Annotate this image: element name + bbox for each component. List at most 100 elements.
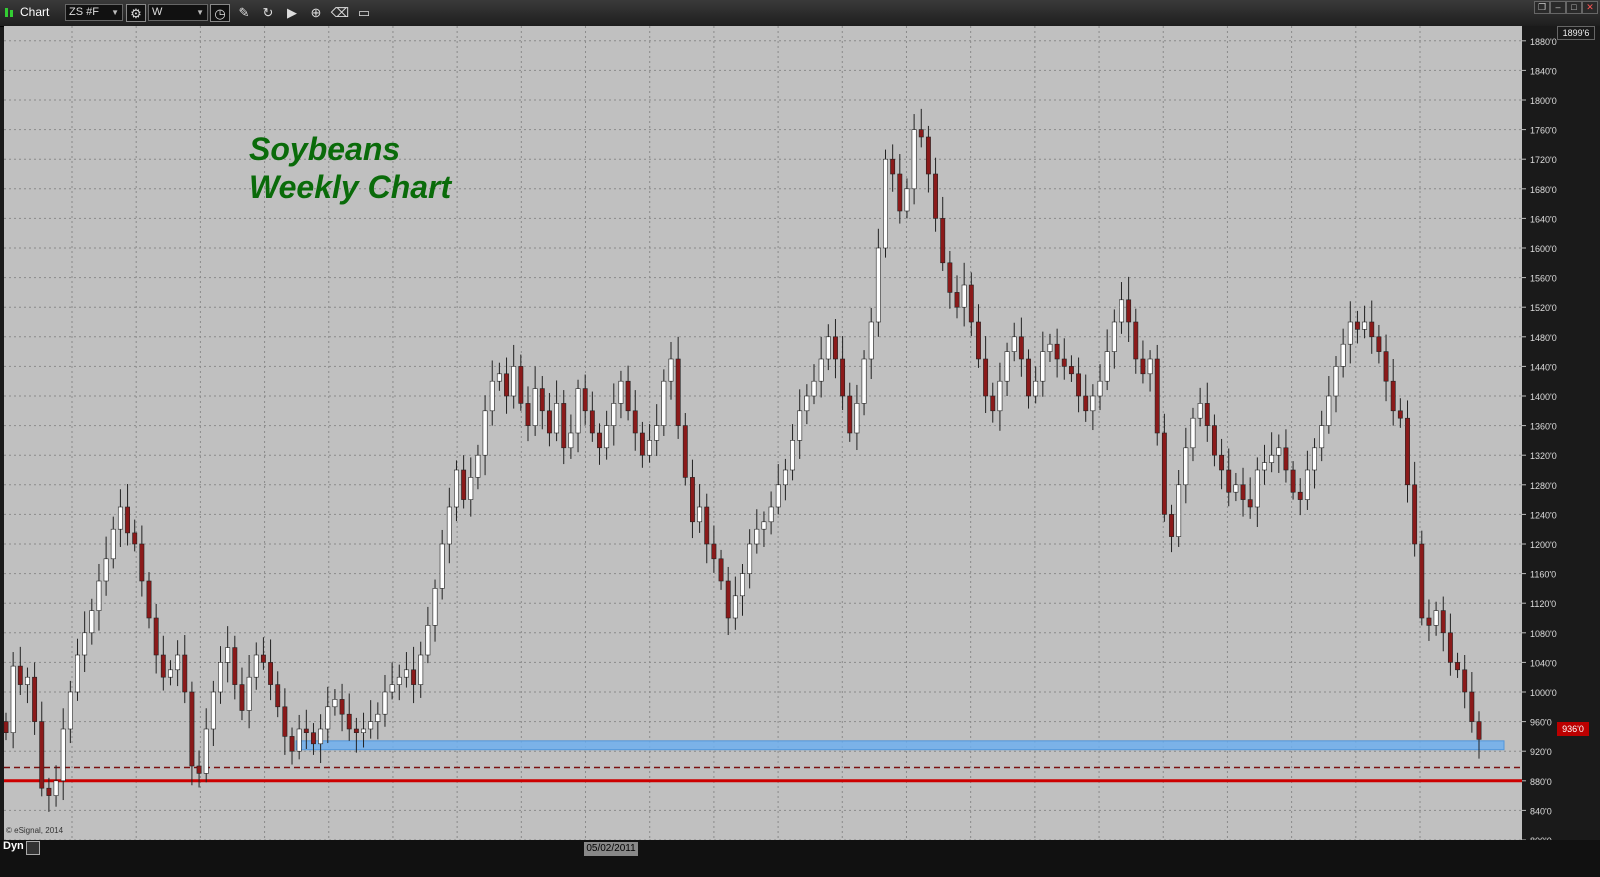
restore-window-icon[interactable]: ❐ <box>1534 1 1550 14</box>
candle-body <box>968 284 974 323</box>
candle-body <box>1040 351 1046 382</box>
y-tick-label: 1840'0 <box>1530 66 1557 76</box>
candle-body <box>1312 447 1317 471</box>
candle-body <box>1147 358 1153 375</box>
candle-body <box>139 543 145 582</box>
candle-body <box>1097 380 1103 397</box>
candle-body <box>532 388 538 426</box>
candle-body <box>668 358 674 382</box>
candle-body <box>1161 432 1167 515</box>
candle-body <box>904 188 910 212</box>
candle-body <box>890 158 896 175</box>
candle-body <box>1326 395 1332 426</box>
candle-body <box>582 388 588 412</box>
close-icon[interactable]: ✕ <box>1582 1 1598 14</box>
candle-body <box>1333 366 1339 397</box>
y-tick-label: 1640'0 <box>1530 214 1557 224</box>
candle-body <box>561 403 567 449</box>
candle-body <box>897 173 903 212</box>
candle-body <box>697 506 703 523</box>
y-tick-label: 1440'0 <box>1530 362 1557 372</box>
y-tick-label: 1760'0 <box>1530 126 1557 136</box>
candle-body <box>1240 484 1246 500</box>
chart-title-line-2: Weekly Chart <box>249 169 452 205</box>
candle-body <box>1297 491 1303 500</box>
symbol-value: ZS #F <box>69 6 99 18</box>
candle-body <box>604 425 610 449</box>
candle-body <box>775 484 781 508</box>
candle-body <box>1119 299 1124 323</box>
candle-body <box>711 543 717 560</box>
candle-body <box>60 728 66 782</box>
scale-toggle-icon[interactable] <box>26 841 40 855</box>
y-tick-label: 1240'0 <box>1530 510 1557 520</box>
pencil-icon[interactable]: ✎ <box>234 4 254 22</box>
candle-body <box>954 292 960 308</box>
candle-body <box>289 736 295 752</box>
candle-body <box>1376 336 1382 352</box>
y-tick-label: 960'0 <box>1530 718 1552 728</box>
window-icon[interactable]: ▭ <box>354 4 374 22</box>
candle-body <box>1047 343 1053 352</box>
candle-body <box>618 380 624 404</box>
candle-body <box>1433 610 1439 626</box>
refresh-icon[interactable]: ↻ <box>258 4 278 22</box>
candle-body <box>475 454 481 478</box>
play-icon[interactable]: ▶ <box>282 4 302 22</box>
candle-body <box>661 380 667 426</box>
candle-body <box>1269 454 1275 463</box>
candle-body <box>947 262 953 293</box>
zoom-icon[interactable]: ⊕ <box>306 4 326 22</box>
candle-body <box>1412 484 1418 545</box>
candle-body <box>611 403 617 426</box>
symbol-dropdown[interactable]: ZS #F ▼ <box>65 4 123 21</box>
maximize-icon[interactable]: □ <box>1566 1 1582 14</box>
candle-body <box>1247 499 1253 508</box>
candle-body <box>203 728 209 774</box>
dynamic-mode-label[interactable]: Dyn <box>3 840 24 852</box>
candle-body <box>1397 410 1403 419</box>
candle-body <box>554 403 560 434</box>
window-title: Chart <box>20 5 50 19</box>
candle-body <box>232 647 238 685</box>
candle-body <box>168 669 173 678</box>
candle-body <box>1405 417 1410 486</box>
candle-body <box>511 366 517 397</box>
candle-body <box>1469 691 1475 722</box>
candle-body <box>1426 617 1432 626</box>
candle-body <box>589 410 595 434</box>
candle-body <box>446 506 452 545</box>
candle-body <box>1083 395 1089 412</box>
candle-body <box>1111 321 1117 352</box>
candle-body <box>332 699 338 708</box>
settings-icon[interactable]: ⚙ <box>126 4 146 22</box>
y-tick-label: 1200'0 <box>1530 540 1557 550</box>
y-tick-label: 1280'0 <box>1530 481 1557 491</box>
candle-body <box>1383 351 1389 382</box>
candle-body <box>325 706 331 730</box>
chart-title-line-1: Soybeans <box>249 131 401 167</box>
candle-body <box>1219 454 1225 471</box>
candle-body <box>990 395 996 412</box>
chart-area[interactable]: 800'0840'0880'0920'0960'01000'01040'0108… <box>0 26 1600 877</box>
y-tick-label: 1400'0 <box>1530 392 1557 402</box>
candle-body <box>911 129 917 190</box>
minimize-icon[interactable]: – <box>1550 1 1566 14</box>
candle-body <box>454 469 459 508</box>
candle-body <box>275 684 281 708</box>
candle-body <box>75 654 80 693</box>
candle-body <box>110 528 116 560</box>
last-price-tag: 936'0 <box>1557 722 1589 736</box>
candle-body <box>761 521 767 530</box>
candle-body <box>1026 358 1031 397</box>
candle-body <box>1068 366 1074 375</box>
candle-body <box>132 532 138 545</box>
clock-icon[interactable]: ◷ <box>210 4 230 22</box>
candle-body <box>1462 669 1468 693</box>
interval-dropdown[interactable]: W ▼ <box>148 4 208 21</box>
candle-body <box>425 625 431 656</box>
candle-body <box>1190 417 1196 449</box>
price-chart[interactable]: 800'0840'0880'0920'0960'01000'01040'0108… <box>0 26 1600 877</box>
candle-body <box>504 373 509 397</box>
eraser-icon[interactable]: ⌫ <box>330 4 350 22</box>
